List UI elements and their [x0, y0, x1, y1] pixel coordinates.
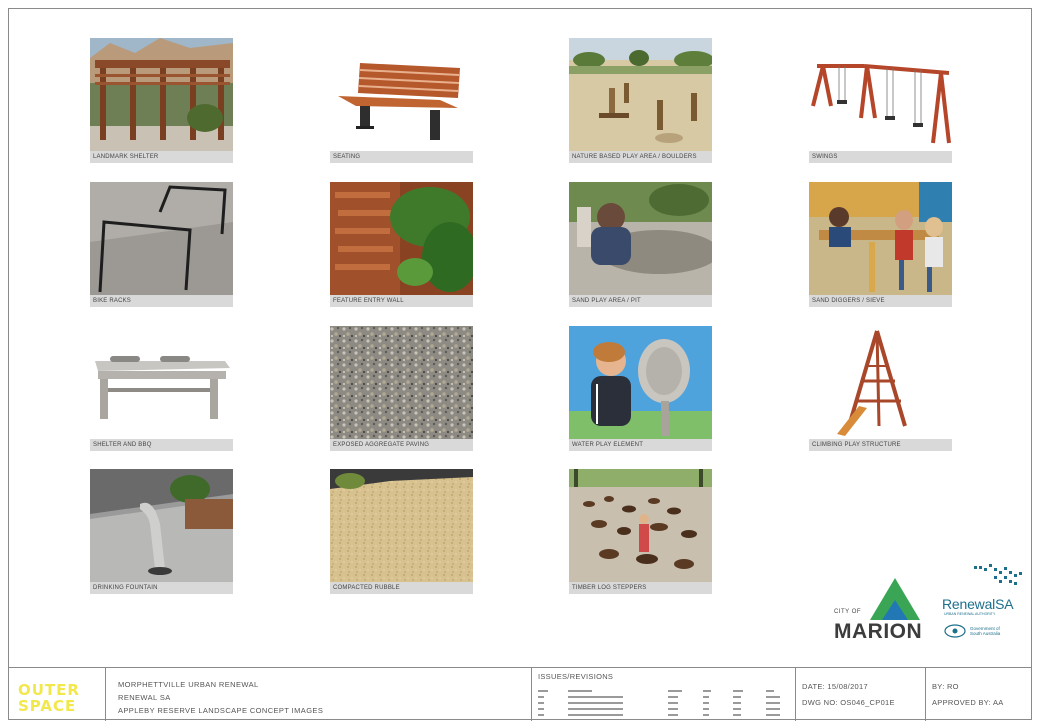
marion-triangle-icon: [870, 578, 920, 620]
image-tile-water-play: WATER PLAY ELEMENT: [569, 326, 712, 451]
city-of-marion-logo: CITY OF MARION: [826, 578, 926, 648]
drawing-title: APPLEBY RESERVE LANDSCAPE CONCEPT IMAGES: [118, 706, 324, 715]
drawing-details: DATE: 15/08/2017 DWG NO: OS046_CP01E: [796, 668, 926, 721]
tile-caption: WATER PLAY ELEMENT: [569, 439, 712, 451]
drawn-by: BY: RO: [932, 682, 959, 691]
client-name: RENEWAL SA: [118, 693, 171, 702]
image-tile-compacted-rubble: COMPACTED RUBBLE: [330, 469, 473, 594]
sand-diggers-photo: [809, 182, 952, 295]
government-crest-icon: [944, 624, 966, 638]
marion-city-label: CITY OF: [834, 609, 862, 615]
image-tile-aggregate-paving: EXPOSED AGGREGATE PAVING: [330, 326, 473, 451]
tile-caption: CLIMBING PLAY STRUCTURE: [809, 439, 952, 451]
tile-caption: FEATURE ENTRY WALL: [330, 295, 473, 307]
approved-by: APPROVED BY: AA: [932, 698, 1004, 707]
tile-caption: BIKE RACKS: [90, 295, 233, 307]
image-tile-drinking-fountain: DRINKING FOUNTAIN: [90, 469, 233, 594]
tile-caption: SEATING: [330, 151, 473, 163]
nature-play-photo: [569, 38, 712, 151]
renewal-grid-icon: [974, 564, 1022, 585]
government-sa-label: Government of South Australia: [970, 626, 1001, 636]
issues-title: ISSUES/REVISIONS: [538, 672, 614, 681]
project-name: MORPHETTVILLE URBAN RENEWAL: [118, 680, 259, 689]
tile-caption: SHELTER AND BBQ: [90, 439, 233, 451]
project-info: MORPHETTVILLE URBAN RENEWAL RENEWAL SA A…: [106, 668, 532, 721]
rubble-photo: [330, 469, 473, 582]
image-tile-bike-racks: BIKE RACKS: [90, 182, 233, 307]
bike-rack-photo: [90, 182, 233, 295]
image-tile-feature-entry-wall: FEATURE ENTRY WALL: [330, 182, 473, 307]
tile-caption: SAND DIGGERS / SIEVE: [809, 295, 952, 307]
title-block: OUTER SPACE MORPHETTVILLE URBAN RENEWAL …: [8, 667, 1032, 721]
bench-photo: [330, 38, 473, 151]
aggregate-paving-photo: [330, 326, 473, 439]
entry-wall-photo: [330, 182, 473, 295]
renewal-sa-subtitle: URBAN RENEWAL AUTHORITY: [944, 612, 996, 616]
drawing-date: DATE: 15/08/2017: [802, 682, 868, 691]
drinking-fountain-photo: [90, 469, 233, 582]
tile-caption: EXPOSED AGGREGATE PAVING: [330, 439, 473, 451]
marion-name-label: MARION: [834, 620, 923, 643]
shelter-photo: [90, 38, 233, 151]
log-steppers-photo: [569, 469, 712, 582]
water-play-photo: [569, 326, 712, 439]
sand-pit-photo: [569, 182, 712, 295]
issues-revisions: ISSUES/REVISIONS: [532, 668, 796, 721]
outer-space-logo: OUTER SPACE: [8, 668, 106, 721]
image-tile-nature-play: NATURE BASED PLAY AREA / BOULDERS: [569, 38, 712, 163]
image-tile-swings: SWINGS: [809, 38, 952, 163]
image-tile-shelter-bbq: SHELTER AND BBQ: [90, 326, 233, 451]
swing-set-photo: [809, 38, 952, 151]
play-structure-photo: [809, 326, 952, 439]
approval-details: BY: RO APPROVED BY: AA: [926, 668, 1032, 721]
image-tile-seating: SEATING: [330, 38, 473, 163]
image-tile-climbing-structure: CLIMBING PLAY STRUCTURE: [809, 326, 952, 451]
renewal-sa-name: RenewalSA: [942, 596, 1014, 612]
tile-caption: SWINGS: [809, 151, 952, 163]
image-tile-landmark-shelter: LANDMARK SHELTER: [90, 38, 233, 163]
image-tile-sand-diggers: SAND DIGGERS / SIEVE: [809, 182, 952, 307]
tile-caption: TIMBER LOG STEPPERS: [569, 582, 712, 594]
tile-caption: DRINKING FOUNTAIN: [90, 582, 233, 594]
image-tile-sand-pit: SAND PLAY AREA / PIT: [569, 182, 712, 307]
image-tile-log-steppers: TIMBER LOG STEPPERS: [569, 469, 712, 594]
drawing-number: DWG NO: OS046_CP01E: [802, 698, 895, 707]
revisions-table: [538, 690, 780, 716]
renewal-sa-logo: RenewalSA URBAN RENEWAL AUTHORITY Govern…: [942, 562, 1032, 652]
bbq-photo: [90, 326, 233, 439]
tile-caption: LANDMARK SHELTER: [90, 151, 233, 163]
tile-caption: SAND PLAY AREA / PIT: [569, 295, 712, 307]
tile-caption: NATURE BASED PLAY AREA / BOULDERS: [569, 151, 712, 163]
tile-caption: COMPACTED RUBBLE: [330, 582, 473, 594]
brand-logo-text: OUTER SPACE: [18, 681, 80, 715]
